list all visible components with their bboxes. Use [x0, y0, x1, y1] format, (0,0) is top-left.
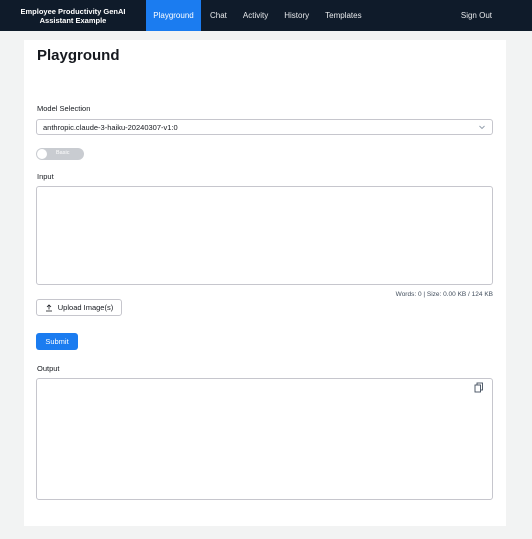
input-textarea[interactable] [36, 186, 493, 285]
nav-history[interactable]: History [276, 0, 317, 31]
upload-icon [45, 303, 52, 311]
copy-icon[interactable] [474, 382, 484, 393]
input-label: Input [37, 172, 54, 181]
input-counter: Words: 0 | Size: 0.00 KB / 124 KB [395, 291, 493, 298]
nav-activity[interactable]: Activity [235, 0, 276, 31]
nav-playground[interactable]: Playground [146, 0, 201, 31]
nav-chat[interactable]: Chat [202, 0, 235, 31]
upload-button-label: Upload Image(s) [57, 303, 114, 312]
output-area [36, 378, 493, 500]
toggle-knob [37, 149, 47, 159]
model-select[interactable]: anthropic.claude-3-haiku-20240307-v1:0 [36, 119, 493, 135]
app-brand[interactable]: Employee Productivity GenAI Assistant Ex… [0, 0, 146, 31]
nav-templates[interactable]: Templates [317, 0, 369, 31]
top-navigation: Employee Productivity GenAI Assistant Ex… [0, 0, 532, 31]
submit-button[interactable]: Submit [36, 333, 78, 350]
model-selection-label: Model Selection [37, 104, 91, 113]
output-label: Output [37, 364, 60, 373]
playground-card: Playground Model Selection anthropic.cla… [24, 40, 506, 526]
model-select-value: anthropic.claude-3-haiku-20240307-v1:0 [43, 122, 178, 132]
chevron-down-icon [479, 125, 485, 130]
sign-out-link[interactable]: Sign Out [453, 0, 532, 31]
upload-images-button[interactable]: Upload Image(s) [36, 299, 122, 316]
basic-toggle[interactable]: Basic [36, 148, 84, 160]
toggle-label: Basic [56, 150, 70, 156]
page-title: Playground [37, 47, 120, 64]
